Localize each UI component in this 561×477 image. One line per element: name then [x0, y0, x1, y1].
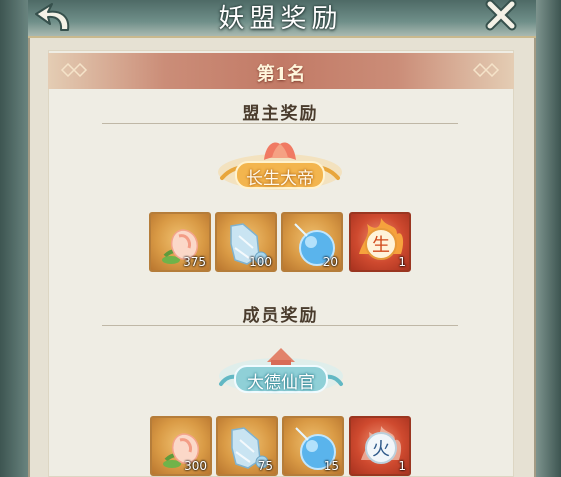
title-badge-changsheng: 长生大帝 [216, 138, 344, 194]
reward-item-spirit-orb[interactable]: 20 [281, 212, 343, 272]
badge-text: 长生大帝 [246, 169, 314, 189]
item-count: 1 [398, 459, 406, 473]
leader-reward-title: 盟主奖励 [242, 104, 319, 124]
item-count: 1 [398, 255, 406, 269]
item-count: 100 [249, 255, 272, 269]
reward-item-spirit-orb[interactable]: 15 [282, 416, 344, 476]
item-count: 375 [183, 255, 206, 269]
item-count: 75 [257, 459, 273, 473]
reward-item-peach[interactable]: 300 [150, 416, 212, 476]
rank-label: 第1名 [256, 64, 306, 85]
reward-item-sheng-token[interactable]: 生 1 [349, 212, 411, 272]
item-count: 20 [322, 255, 338, 269]
close-icon [485, 0, 517, 31]
badge-text: 大德仙官 [247, 373, 315, 393]
reward-item-peach[interactable]: 375 [149, 212, 211, 272]
item-count: 15 [323, 459, 339, 473]
token-glyph: 火 [372, 439, 390, 460]
reward-item-fire-token[interactable]: 火 1 [349, 416, 411, 476]
dialog-title: 妖盟奖励 [218, 4, 343, 34]
close-button[interactable] [482, 0, 530, 36]
divider [102, 325, 458, 326]
token-glyph: 生 [372, 235, 390, 256]
divider [102, 123, 458, 124]
reward-item-water-flask[interactable]: 100 [215, 212, 277, 272]
item-count: 300 [184, 459, 207, 473]
reward-item-water-flask[interactable]: 75 [216, 416, 278, 476]
member-reward-title: 成员奖励 [242, 306, 319, 326]
title-badge-dadexianguan: 大德仙官 [217, 342, 345, 398]
